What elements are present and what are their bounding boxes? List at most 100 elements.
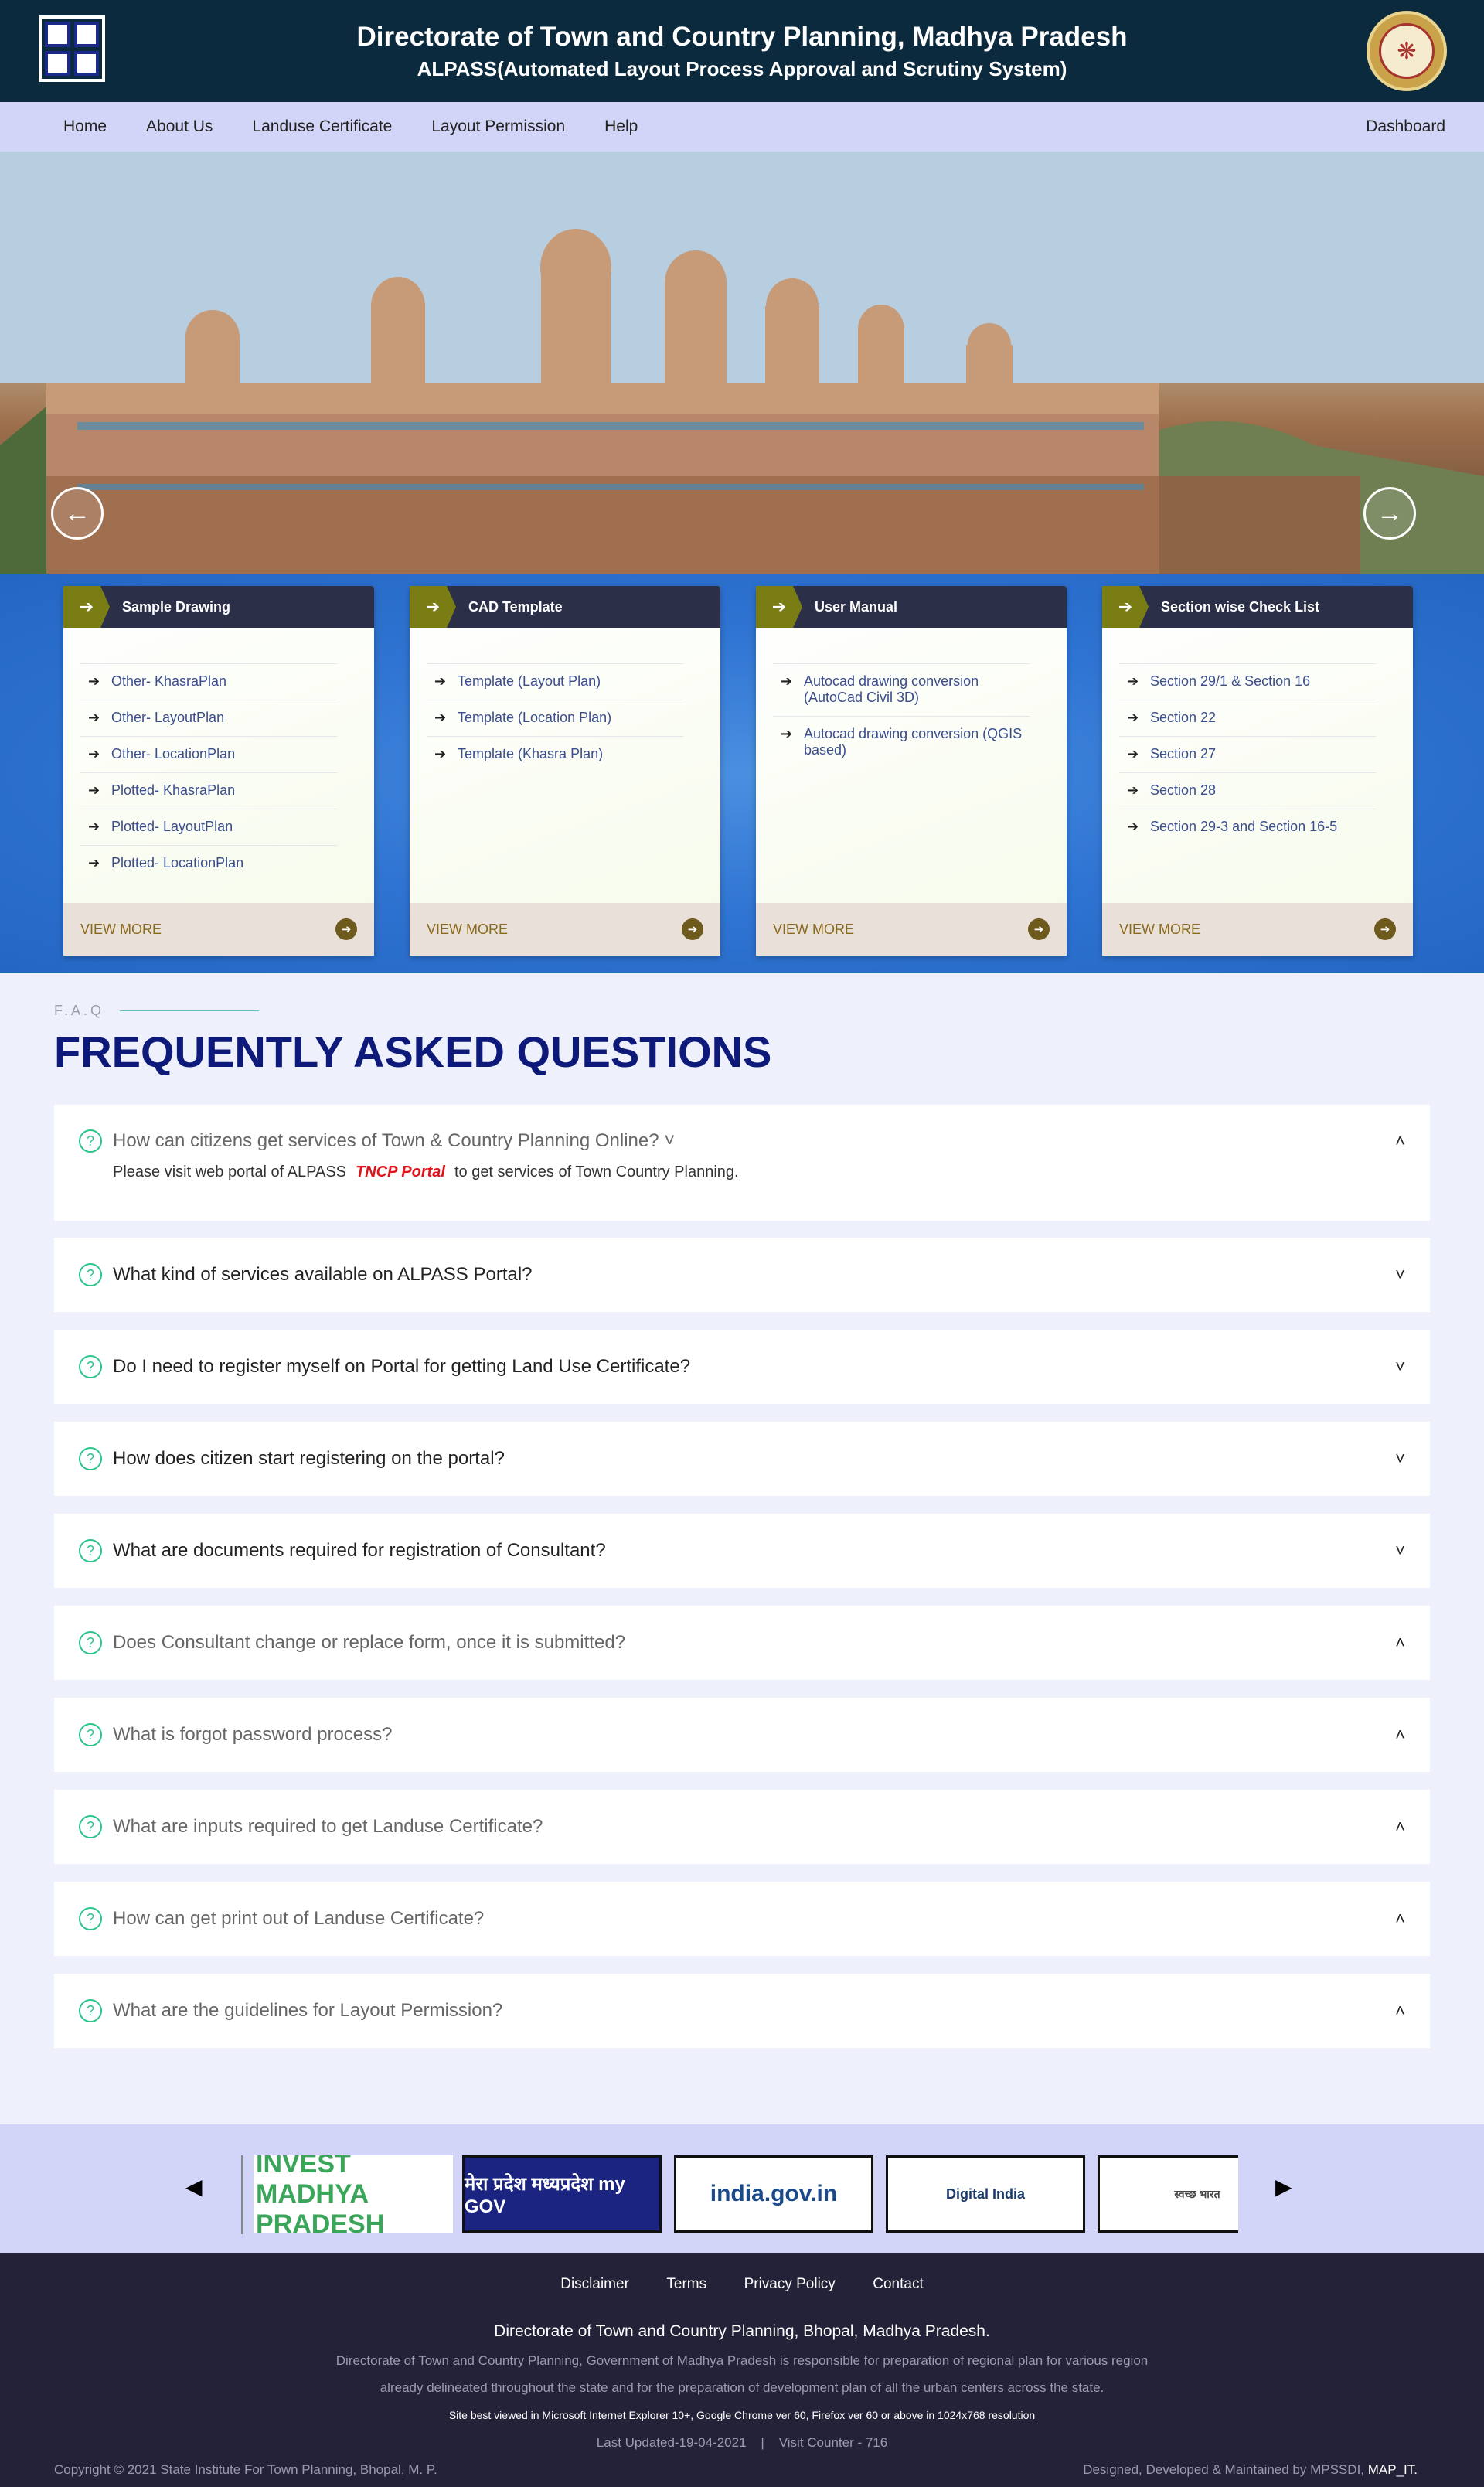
card-list-item[interactable]: ➔ Section 29-3 and Section 16-5 xyxy=(1119,809,1376,845)
question-icon: ? xyxy=(79,1723,102,1746)
card-list-item[interactable]: ➔ Plotted- KhasraPlan xyxy=(80,772,337,809)
card-list-item[interactable]: ➔ Section 22 xyxy=(1119,700,1376,736)
alpass-logo[interactable] xyxy=(39,15,105,82)
nav-landuse-certificate[interactable]: Landuse Certificate xyxy=(252,118,392,136)
question-icon: ? xyxy=(79,1631,102,1654)
carousel-next-icon[interactable]: ▶ xyxy=(1275,2174,1292,2199)
card-list-item[interactable]: ➔ Other- LayoutPlan xyxy=(80,700,337,736)
chevron-up-icon[interactable]: ˄ xyxy=(1395,1817,1405,1837)
arrow-right-icon: ➔ xyxy=(88,710,100,725)
nav-dashboard[interactable]: Dashboard xyxy=(1366,118,1445,136)
card-list-item[interactable]: ➔ Section 28 xyxy=(1119,772,1376,809)
faq-item: ? How does citizen start registering on … xyxy=(54,1422,1430,1496)
nav-about-us[interactable]: About Us xyxy=(146,118,213,136)
card-header: ➔ User Manual xyxy=(756,586,1067,628)
mygov-mp-logo[interactable]: मेरा प्रदेश मध्यप्रदेश my GOV xyxy=(462,2155,662,2233)
faq-question[interactable]: ? Do I need to register myself on Portal… xyxy=(79,1330,1405,1404)
faq-title: FREQUENTLY ASKED QUESTIONS xyxy=(54,1027,772,1076)
mp-emblem-logo: ❋ xyxy=(1367,11,1447,91)
faq-item: ? What are inputs required to get Landus… xyxy=(54,1790,1430,1864)
card-footer[interactable]: VIEW MORE ➔ xyxy=(410,903,720,956)
view-more-link[interactable]: VIEW MORE xyxy=(427,922,508,938)
view-more-link[interactable]: VIEW MORE xyxy=(1119,922,1200,938)
chevron-up-icon[interactable]: ˄ xyxy=(1395,1725,1405,1745)
faq-question[interactable]: ? How does citizen start registering on … xyxy=(79,1422,1405,1496)
card-header: ➔ CAD Template xyxy=(410,586,720,628)
card-list-item[interactable]: ➔ Plotted- LayoutPlan xyxy=(80,809,337,845)
card-list-item[interactable]: ➔ Autocad drawing conversion (QGIS based) xyxy=(773,716,1030,768)
faq-question[interactable]: ? Does Consultant change or replace form… xyxy=(79,1606,1405,1680)
footer-link-privacy[interactable]: Privacy Policy xyxy=(744,2276,836,2292)
chevron-right-icon[interactable]: ➔ xyxy=(1028,918,1050,940)
chevron-down-icon[interactable]: ˅ xyxy=(1395,1265,1405,1285)
map-it-link[interactable]: MAP_IT. xyxy=(1368,2462,1418,2477)
nav-layout-permission[interactable]: Layout Permission xyxy=(431,118,565,136)
card-footer[interactable]: VIEW MORE ➔ xyxy=(63,903,374,956)
card-section-checklist: ➔ Section wise Check List ➔ Section 29/1 … xyxy=(1102,586,1413,956)
digital-india-logo[interactable]: Digital India xyxy=(886,2155,1085,2233)
faq-section: F.A.Q FREQUENTLY ASKED QUESTIONS ? How c… xyxy=(0,973,1484,2124)
chevron-down-icon[interactable]: ˅ xyxy=(1395,1357,1405,1377)
chevron-up-icon[interactable]: ˄ xyxy=(1395,1909,1405,1929)
chevron-up-icon[interactable]: ˄ xyxy=(1395,1633,1405,1653)
slider-prev-button[interactable]: ← xyxy=(51,487,104,540)
card-header: ➔ Sample Drawing xyxy=(63,586,374,628)
footer-link-terms[interactable]: Terms xyxy=(666,2276,706,2292)
card-list-item[interactable]: ➔ Template (Khasra Plan) xyxy=(427,736,683,772)
carousel-prev-icon[interactable]: ◀ xyxy=(186,2174,203,2199)
chevron-down-icon[interactable]: ˅ xyxy=(1395,1541,1405,1561)
card-list-item[interactable]: ➔ Autocad drawing conversion (AutoCad Civ… xyxy=(773,663,1030,716)
chevron-up-icon[interactable]: ˄ xyxy=(1395,2001,1405,2021)
chevron-right-icon[interactable]: ➔ xyxy=(682,918,703,940)
card-title: Sample Drawing xyxy=(122,598,231,615)
footer-credit: Designed, Developed & Maintained by MPSS… xyxy=(1083,2462,1418,2477)
faq-item: ? Do I need to register myself on Portal… xyxy=(54,1330,1430,1404)
swachh-bharat-logo[interactable]: स्वच्छ भारत xyxy=(1098,2155,1238,2233)
chevron-right-icon[interactable]: ➔ xyxy=(1374,918,1396,940)
emblem-icon: ❋ xyxy=(1379,23,1435,79)
faq-question[interactable]: ? What are documents required for regist… xyxy=(79,1514,1405,1588)
card-list-item[interactable]: ➔ Section 29/1 & Section 16 xyxy=(1119,663,1376,700)
card-footer[interactable]: VIEW MORE ➔ xyxy=(756,903,1067,956)
card-footer[interactable]: VIEW MORE ➔ xyxy=(1102,903,1413,956)
tncp-portal-link[interactable]: TNCP Portal xyxy=(356,1163,445,1180)
footer-best-viewed: Site best viewed in Microsoft Internet E… xyxy=(448,2409,1036,2421)
resources-band: ➔ Sample Drawing ➔ Other- KhasraPlan ➔ Oth… xyxy=(0,574,1484,973)
chevron-up-icon[interactable]: ˄ xyxy=(1395,1131,1405,1151)
faq-question[interactable]: ? What is forgot password process? ˄ xyxy=(79,1698,1405,1772)
india-gov-logo[interactable]: india.gov.in xyxy=(674,2155,873,2233)
site-footer: Disclaimer Terms Privacy Policy Contact … xyxy=(0,2253,1484,2487)
question-icon: ? xyxy=(79,1129,102,1153)
faq-item: ? How can get print out of Landuse Certi… xyxy=(54,1882,1430,1956)
card-list-item[interactable]: ➔ Template (Location Plan) xyxy=(427,700,683,736)
arrow-right-icon: ➔ xyxy=(1127,746,1139,761)
view-more-link[interactable]: VIEW MORE xyxy=(80,922,162,938)
question-icon: ? xyxy=(79,1907,102,1930)
nav-help[interactable]: Help xyxy=(604,118,638,136)
nav-home[interactable]: Home xyxy=(63,118,107,136)
card-list-item[interactable]: ➔ Section 27 xyxy=(1119,736,1376,772)
chevron-down-icon[interactable]: ˅ xyxy=(1395,1449,1405,1469)
arrow-right-icon: ➔ xyxy=(1127,782,1139,798)
footer-link-disclaimer[interactable]: Disclaimer xyxy=(560,2276,629,2292)
chevron-right-icon[interactable]: ➔ xyxy=(335,918,357,940)
card-list-item[interactable]: ➔ Other- LocationPlan xyxy=(80,736,337,772)
faq-question[interactable]: ? How can get print out of Landuse Certi… xyxy=(79,1882,1405,1956)
invest-mp-logo[interactable]: INVEST MADHYA PRADESH xyxy=(254,2155,453,2234)
card-list-item[interactable]: ➔ Template (Layout Plan) xyxy=(427,663,683,700)
view-more-link[interactable]: VIEW MORE xyxy=(773,922,854,938)
faq-question[interactable]: ? What kind of services available on ALP… xyxy=(79,1238,1405,1312)
faq-question[interactable]: ? What are inputs required to get Landus… xyxy=(79,1790,1405,1864)
header-titles: Directorate of Town and Country Planning… xyxy=(357,22,1128,81)
footer-copyright: Copyright © 2021 State Institute For Tow… xyxy=(54,2462,437,2477)
card-list-item[interactable]: ➔ Plotted- LocationPlan xyxy=(80,845,337,881)
faq-question[interactable]: ? What are the guidelines for Layout Per… xyxy=(79,1974,1405,2048)
footer-description: Directorate of Town and Country Planning… xyxy=(335,2353,1149,2395)
hero-slider: ← → xyxy=(0,152,1484,574)
arrow-right-icon: ➔ xyxy=(88,746,100,761)
footer-link-contact[interactable]: Contact xyxy=(873,2276,923,2292)
slider-next-button[interactable]: → xyxy=(1363,487,1416,540)
question-icon: ? xyxy=(79,1999,102,2022)
card-list-item[interactable]: ➔ Other- KhasraPlan xyxy=(80,663,337,700)
arrow-right-icon: ➔ xyxy=(88,819,100,834)
